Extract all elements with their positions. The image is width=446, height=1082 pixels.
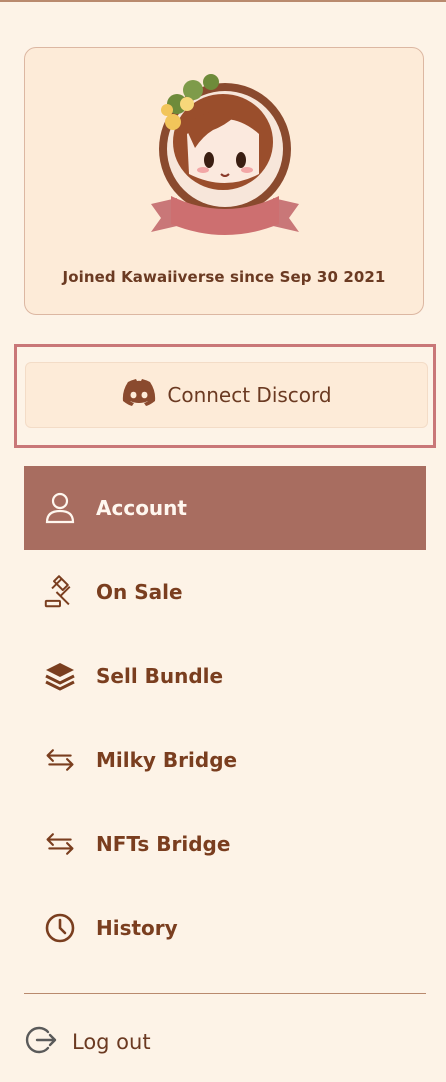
connect-discord-label: Connect Discord: [167, 383, 332, 407]
swap-arrows-icon: [44, 744, 76, 776]
logout-label: Log out: [72, 1030, 151, 1054]
connect-discord-button[interactable]: Connect Discord: [25, 362, 428, 428]
sidebar-item-sell-bundle[interactable]: Sell Bundle: [24, 634, 426, 718]
top-divider: [0, 0, 446, 2]
sidebar-item-label: NFTs Bridge: [96, 832, 231, 856]
sidebar-item-on-sale[interactable]: On Sale: [24, 550, 426, 634]
avatar: [151, 74, 299, 235]
sidebar-item-label: On Sale: [96, 580, 183, 604]
sidebar-item-history[interactable]: History: [24, 886, 426, 970]
swap-arrows-icon: [44, 828, 76, 860]
sidebar-item-milky-bridge[interactable]: Milky Bridge: [24, 718, 426, 802]
discord-highlight-frame: Connect Discord: [14, 344, 436, 448]
sidebar-item-label: Account: [96, 496, 187, 520]
joined-date-text: Joined Kawaiiverse since Sep 30 2021: [62, 268, 386, 286]
sidebar-item-label: Sell Bundle: [96, 664, 224, 688]
sidebar-item-label: Milky Bridge: [96, 748, 238, 772]
clock-icon: [44, 912, 76, 944]
menu-divider: [24, 993, 426, 994]
gavel-icon: [44, 575, 76, 608]
sidebar-menu: Account On Sale Sell Bundle Milky Bridge…: [24, 466, 426, 970]
profile-card: Joined Kawaiiverse since Sep 30 2021: [24, 47, 424, 315]
sidebar-item-label: History: [96, 916, 178, 940]
sidebar-item-nfts-bridge[interactable]: NFTs Bridge: [24, 802, 426, 886]
logout-icon: [24, 1023, 58, 1062]
user-icon: [44, 492, 76, 524]
layers-icon: [44, 660, 76, 692]
sidebar-item-account[interactable]: Account: [24, 466, 426, 550]
logout-button[interactable]: Log out: [24, 1020, 151, 1064]
discord-icon: [121, 378, 157, 412]
